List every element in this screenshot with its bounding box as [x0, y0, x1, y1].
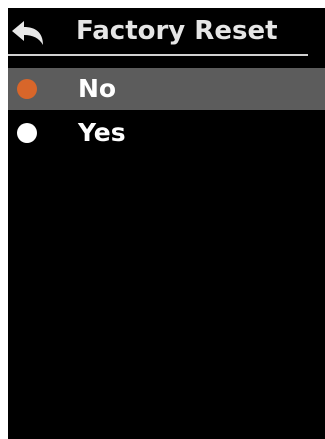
header-divider [8, 54, 308, 56]
option-no[interactable]: No [8, 68, 325, 110]
option-label-yes: Yes [78, 118, 126, 147]
header-bar: Factory Reset [8, 8, 325, 52]
option-yes[interactable]: Yes [8, 112, 325, 154]
device-screen: Factory Reset No Yes [8, 8, 325, 439]
option-label-no: No [78, 74, 117, 103]
radio-indicator-no [17, 79, 37, 99]
back-arrow-icon[interactable] [11, 20, 45, 46]
radio-indicator-yes [17, 123, 37, 143]
page-title: Factory Reset [76, 16, 278, 46]
